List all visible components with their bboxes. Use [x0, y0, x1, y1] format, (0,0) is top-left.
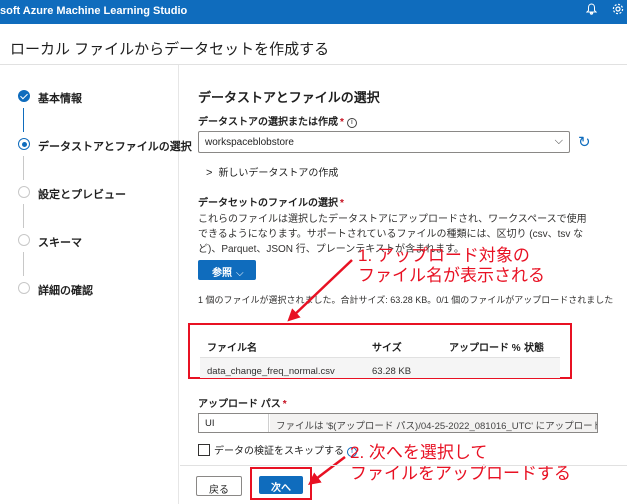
arrow-to-next: [308, 456, 346, 486]
footer-divider: [180, 465, 627, 466]
arrow-to-table: [287, 259, 353, 322]
next-highlight: 次へ: [250, 467, 312, 500]
annotation-arrows: [287, 259, 353, 486]
next-button[interactable]: 次へ: [259, 476, 303, 494]
back-button[interactable]: 戻る: [196, 476, 242, 496]
